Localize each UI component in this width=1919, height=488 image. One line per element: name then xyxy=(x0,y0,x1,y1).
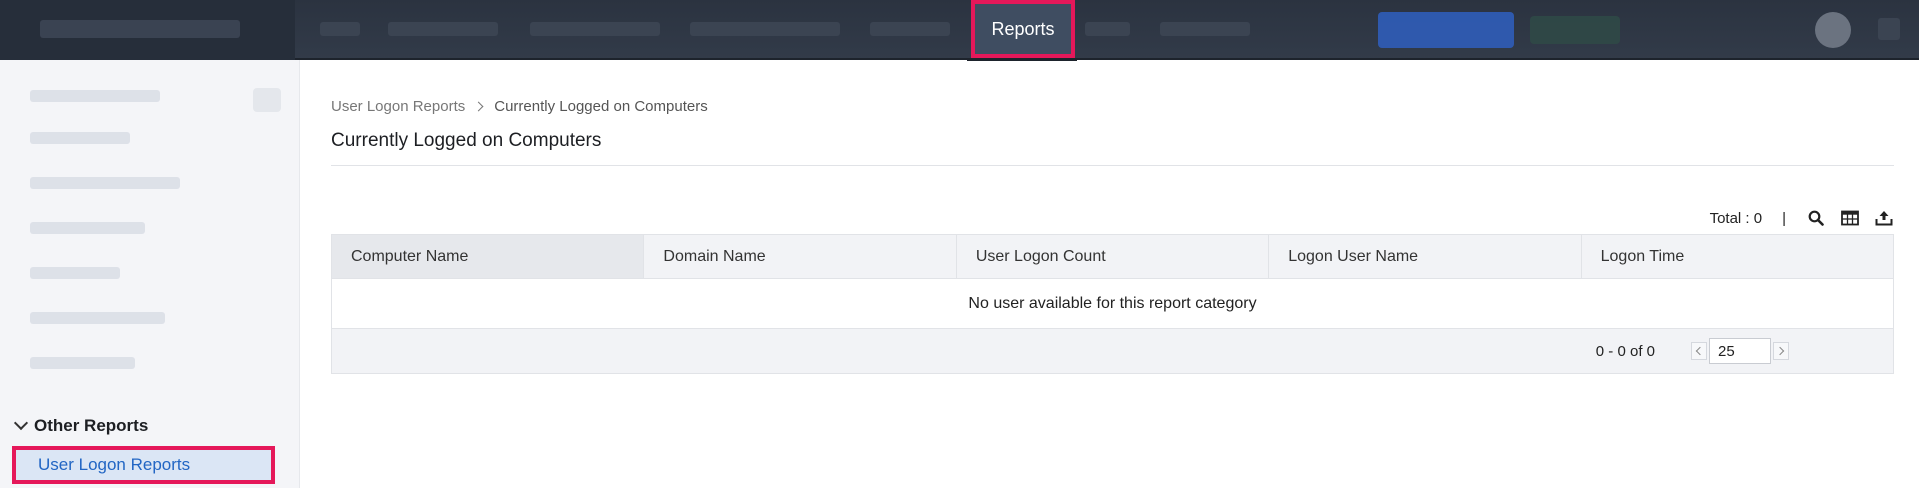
next-page-button[interactable] xyxy=(1773,342,1789,360)
breadcrumb: User Logon Reports Currently Logged on C… xyxy=(331,98,708,115)
app-menu-icon[interactable] xyxy=(1878,18,1900,40)
column-header-domain-name[interactable]: Domain Name xyxy=(644,235,957,278)
sidebar-item-user-logon-reports[interactable]: User Logon Reports xyxy=(12,446,275,484)
search-icon[interactable] xyxy=(1806,208,1826,228)
primary-action-button[interactable] xyxy=(1378,12,1514,48)
nav-item-blurred[interactable] xyxy=(870,22,950,36)
sidebar-item-blurred[interactable] xyxy=(30,132,130,144)
product-logo[interactable] xyxy=(0,0,295,60)
tab-reports-underline xyxy=(967,58,1077,61)
avatar[interactable] xyxy=(1815,12,1851,48)
sidebar-section-label: Other Reports xyxy=(34,416,149,435)
toolbar-separator: | xyxy=(1782,209,1786,227)
column-header-logon-user-name[interactable]: Logon User Name xyxy=(1269,235,1582,278)
sidebar-item-blurred[interactable] xyxy=(30,267,120,279)
sidebar-item-blurred[interactable] xyxy=(30,357,135,369)
top-navigation-bar xyxy=(0,0,1919,60)
sidebar-collapse-button[interactable] xyxy=(253,88,281,112)
nav-item-blurred[interactable] xyxy=(1160,22,1250,36)
nav-item-blurred[interactable] xyxy=(690,22,840,36)
page-size-input[interactable] xyxy=(1709,338,1771,364)
column-header-logon-time[interactable]: Logon Time xyxy=(1582,235,1893,278)
topbar-divider xyxy=(295,58,1919,60)
table-header-row: Computer Name Domain Name User Logon Cou… xyxy=(332,235,1893,279)
pagination-range: 0 - 0 of 0 xyxy=(1595,342,1655,360)
empty-state-message: No user available for this report catego… xyxy=(332,279,1893,329)
nav-item-blurred[interactable] xyxy=(530,22,660,36)
sidebar-item-blurred[interactable] xyxy=(30,90,160,102)
report-toolbar: Total : 0 | xyxy=(1710,208,1894,228)
sidebar-item-blurred[interactable] xyxy=(30,177,180,189)
sidebar-item-blurred[interactable] xyxy=(30,312,165,324)
total-count: Total : 0 xyxy=(1709,209,1763,227)
secondary-action-button[interactable] xyxy=(1530,16,1620,44)
breadcrumb-current: Currently Logged on Computers xyxy=(494,98,708,115)
chevron-right-icon xyxy=(473,101,484,112)
chevron-right-icon xyxy=(1775,346,1785,356)
breadcrumb-link-user-logon-reports[interactable]: User Logon Reports xyxy=(331,98,465,115)
export-icon[interactable] xyxy=(1874,208,1894,228)
tab-reports[interactable]: Reports xyxy=(971,0,1075,58)
title-divider xyxy=(331,165,1894,166)
table-columns-icon[interactable] xyxy=(1840,208,1860,228)
page-title: Currently Logged on Computers xyxy=(331,130,602,151)
nav-item-blurred[interactable] xyxy=(320,22,360,36)
column-header-user-logon-count[interactable]: User Logon Count xyxy=(957,235,1270,278)
sidebar-section-other-reports[interactable]: Other Reports xyxy=(12,414,148,438)
chevron-down-icon xyxy=(13,415,29,431)
sidebar-item-label: User Logon Reports xyxy=(38,455,191,474)
nav-item-blurred[interactable] xyxy=(1085,22,1130,36)
column-header-computer-name[interactable]: Computer Name xyxy=(332,235,645,278)
report-table: Computer Name Domain Name User Logon Cou… xyxy=(331,234,1894,374)
pagination-bar: 0 - 0 of 0 xyxy=(332,329,1893,373)
sidebar-item-blurred[interactable] xyxy=(30,222,145,234)
previous-page-button[interactable] xyxy=(1691,342,1707,360)
chevron-left-icon xyxy=(1695,346,1705,356)
nav-item-blurred[interactable] xyxy=(388,22,498,36)
